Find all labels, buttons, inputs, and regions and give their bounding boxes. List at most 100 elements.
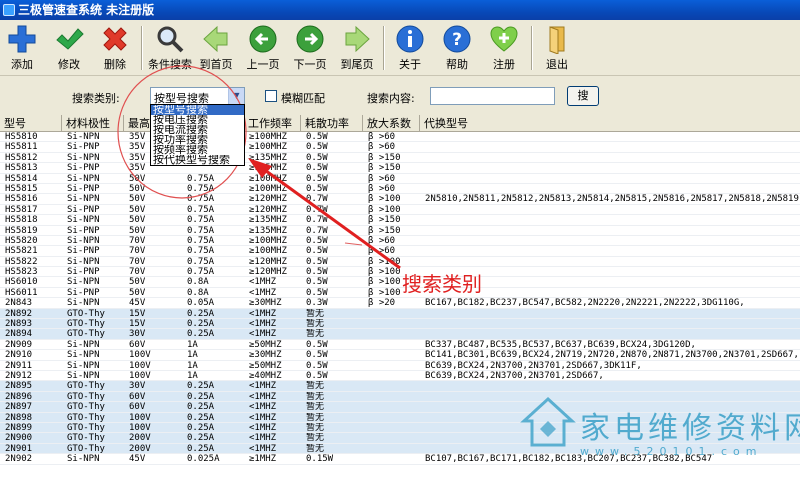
cell-current: 0.25A [187,412,215,423]
table-row[interactable]: 2N893 GTO-Thy 15V 0.25A <1MHZ 暂无 [0,319,800,330]
table-row[interactable]: 2N895 GTO-Thy 30V 0.25A <1MHZ 暂无 [0,381,800,392]
edit-button[interactable]: 修改 [48,22,90,74]
cell-model: HS5814 [5,173,38,184]
dropdown-option[interactable]: 按电流搜索 [151,125,244,135]
dropdown-option[interactable]: 按代换型号搜索 [151,155,244,165]
cell-substitutes [420,257,800,267]
col-model[interactable]: 型号 [0,115,62,132]
dropdown-option[interactable]: 按电压搜索 [151,115,244,125]
cell-frequency: ≥135MHZ [249,215,287,226]
table-row[interactable]: HS5812 Si-NPN 35V ≥135MHZ 0.5W β >150 [0,153,800,164]
col-gain[interactable]: 放大系数 [363,115,420,132]
col-substitutes[interactable]: 代换型号 [420,115,800,132]
table-row[interactable]: HS5823 Si-PNP 70V 0.75A ≥120MHZ 0.5W β >100 [0,267,800,278]
cell-power: 0.5W [306,287,328,298]
cell-gain: β >60 [368,173,396,184]
condition-search-button[interactable]: 条件搜索 [147,22,193,74]
add-button[interactable]: 添加 [2,22,42,74]
cell-frequency: ≥100MHZ [249,132,287,142]
cell-current: 0.75A [187,246,215,257]
cell-power: 暂无 [306,443,325,454]
table-row[interactable]: HS5816 Si-NPN 50V 0.75A ≥120MHZ 0.7W β >100 2N5… [0,194,800,205]
cell-voltage: 50V [129,287,146,298]
search-content-input[interactable] [430,87,555,105]
delete-button[interactable]: 删除 [95,22,135,74]
next-arrow-icon [296,25,324,53]
cell-voltage: 45V [129,298,146,309]
cell-material: GTO-Thy [67,381,105,392]
table-row[interactable]: 2N843 Si-NPN 45V 0.05A ≥30MHZ 0.3W β >20 BC167,… [0,298,800,309]
table-row[interactable]: HS6011 Si-PNP 50V 0.8A <1MHZ 0.5W β >100 [0,287,800,299]
cell-gain [363,381,420,391]
cell-substitutes: BC639,BCX24,2N3700,2N3701,2SD667, [425,370,604,381]
table-row[interactable]: 2N894 GTO-Thy 30V 0.25A <1MHZ 暂无 [0,329,800,340]
about-label: 关于 [399,58,421,71]
exit-button[interactable]: 退出 [537,22,577,74]
table-row[interactable]: 2N892 GTO-Thy 15V 0.25A <1MHZ 暂无 [0,308,800,320]
cell-frequency: <1MHZ [249,308,277,319]
help-button[interactable]: ? 帮助 [437,22,477,74]
table-row[interactable]: HS5821 Si-PNP 70V 0.75A ≥100MHZ 0.5W β >60 [0,246,800,257]
col-material[interactable]: 材料极性 [62,115,124,132]
table-row[interactable]: HS5819 Si-PNP 50V 0.75A ≥135MHZ 0.7W β >150 [0,226,800,236]
table-row[interactable]: HS5813 Si-PNP 35V ≥135MHZ 0.5W β >150 [0,163,800,174]
about-button[interactable]: 关于 [390,22,430,74]
cell-current: 0.25A [187,443,215,454]
cell-material: Si-PNP [67,225,100,236]
table-row[interactable]: 2N912 Si-NPN 100V 1A ≥40MHZ 0.5W BC639,BCX24,2… [0,370,800,382]
cell-material: Si-NPN [67,277,100,288]
table-row[interactable]: HS5817 Si-PNP 50V 0.75A ≥120MHZ 0.7W β >100 [0,205,800,216]
cell-current: 0.25A [187,308,215,319]
cell-material: Si-NPN [67,454,100,465]
table-row[interactable]: 2N910 Si-NPN 100V 1A ≥30MHZ 0.5W BC141,BC301,B… [0,350,800,361]
cell-gain: β >100 [368,256,401,267]
fuzzy-match-checkbox[interactable] [265,90,277,102]
prev-label: 上一页 [246,58,280,71]
cell-frequency: ≥40MHZ [249,370,282,381]
table-row[interactable]: HS5820 Si-NPN 70V 0.75A ≥100MHZ 0.5W β >60 [0,235,800,247]
cell-material: GTO-Thy [67,391,105,402]
dropdown-option[interactable]: 按型号搜索 [151,105,244,115]
cell-power: 0.5W [306,360,328,371]
table-row[interactable]: 2N911 Si-NPN 100V 1A ≥50MHZ 0.5W BC639,BCX24,2… [0,361,800,371]
dropdown-option[interactable]: 按功率搜索 [151,135,244,145]
table-row[interactable]: HS5814 Si-NPN 50V 0.75A ≥100MHZ 0.5W β >60 [0,174,800,184]
next-page-button[interactable]: 下一页 [290,22,330,74]
table-row[interactable]: HS6010 Si-NPN 50V 0.8A <1MHZ 0.5W β >100 [0,277,800,288]
cell-material: Si-NPN [67,215,100,226]
cell-material: GTO-Thy [67,412,105,423]
cell-gain: β >60 [368,235,396,246]
table-row[interactable]: HS5822 Si-NPN 70V 0.75A ≥120MHZ 0.5W β >100 [0,256,800,268]
prev-page-button[interactable]: 上一页 [243,22,283,74]
search-button[interactable]: 搜 [567,86,599,106]
cell-model: 2N899 [5,422,33,433]
cell-voltage: 15V [129,308,146,319]
table-row[interactable]: HS5818 Si-NPN 50V 0.75A ≥135MHZ 0.7W β >150 [0,215,800,226]
cell-power: 暂无 [306,329,325,340]
cell-current: 1A [187,350,198,361]
cell-gain [363,444,420,454]
cell-frequency: ≥50MHZ [249,339,282,350]
last-page-button[interactable]: 到尾页 [337,22,377,74]
table-row[interactable]: HS5815 Si-PNP 50V 0.75A ≥100MHZ 0.5W β >60 [0,183,800,195]
table-row[interactable]: HS5810 Si-NPN 35V ≥100MHZ 0.5W β >60 [0,132,800,143]
cell-gain: β >60 [368,246,396,257]
col-frequency[interactable]: 工作频率 [244,115,301,132]
register-button[interactable]: 注册 [484,22,524,74]
col-power[interactable]: 耗散功率 [301,115,363,132]
cell-model: 2N898 [5,412,33,423]
cell-current: 0.25A [187,433,215,444]
toolbar-separator [531,26,533,70]
table-row[interactable]: 2N909 Si-NPN 60V 1A ≥50MHZ 0.5W BC337,BC487,BC… [0,339,800,351]
dropdown-option[interactable]: 按频率搜索 [151,145,244,155]
category-select[interactable]: 按型号搜索 ▼ [150,87,245,105]
cell-current: 0.05A [187,298,215,309]
first-page-button[interactable]: 到首页 [196,22,236,74]
table-row[interactable]: HS5811 Si-PNP 35V ≥100MHZ 0.5W β >60 [0,142,800,153]
cell-material: Si-PNP [67,267,100,278]
cell-power: 0.5W [306,183,328,194]
cell-voltage: 100V [129,412,151,423]
chevron-down-icon[interactable]: ▼ [228,88,244,104]
plus-icon [8,25,36,53]
cell-current: 0.25A [187,319,215,330]
